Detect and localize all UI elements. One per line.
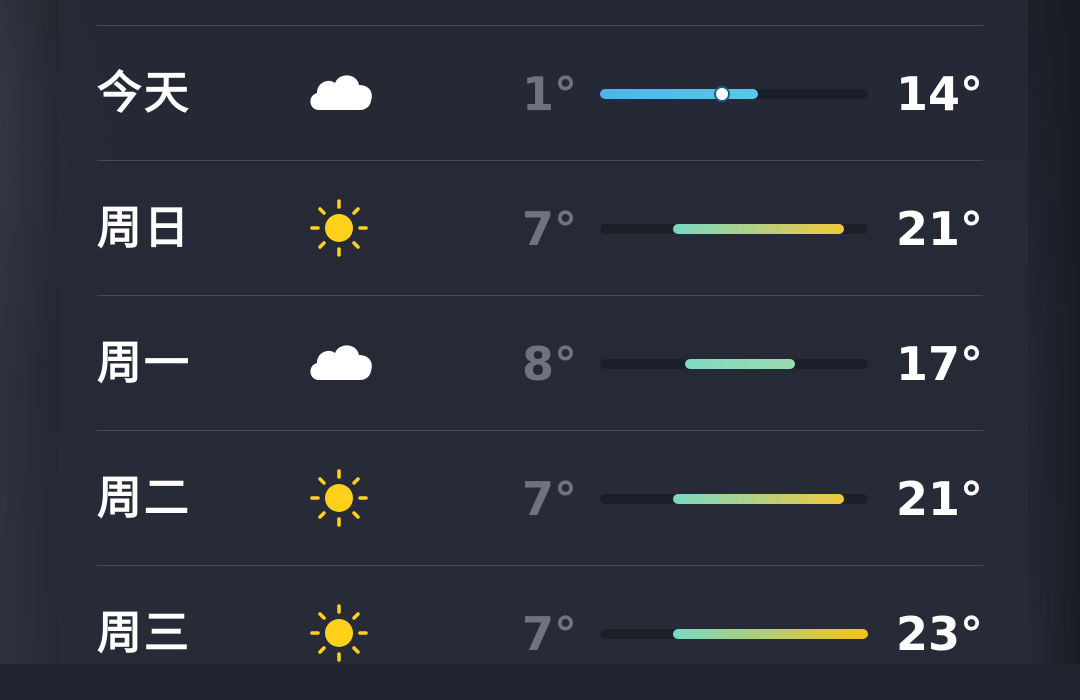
temperature-range-fill [600, 89, 759, 99]
daily-forecast-list: 今天 1° 14° 周日 7° 21° 周一 8° 17° 周二 7° 21° … [97, 25, 983, 700]
high-temp: 14° [895, 67, 983, 121]
low-temp: 7° [521, 202, 577, 256]
low-temp: 7° [521, 607, 577, 661]
high-temp: 21° [895, 472, 983, 526]
forecast-row-monday[interactable]: 周一 8° 17° [97, 296, 983, 431]
sun-icon [305, 600, 375, 666]
sun-icon [305, 465, 375, 531]
low-temp: 1° [521, 67, 577, 121]
temperature-range-fill [673, 629, 868, 639]
high-temp: 23° [895, 607, 983, 661]
cloud-icon [305, 330, 375, 396]
temperature-range-bar [600, 224, 868, 234]
high-temp: 17° [895, 337, 983, 391]
temperature-range-fill [673, 494, 844, 504]
temperature-range-bar [600, 88, 868, 100]
forecast-row-tuesday[interactable]: 周二 7° 21° [97, 431, 983, 566]
temperature-range-bar [600, 629, 868, 639]
current-temp-dot [715, 88, 728, 100]
temperature-range-bar [600, 359, 868, 369]
forecast-row-today[interactable]: 今天 1° 14° [97, 26, 983, 161]
day-label: 周二 [97, 471, 192, 524]
sun-icon [305, 195, 375, 261]
cloud-icon [305, 60, 375, 126]
temperature-range-fill [685, 359, 795, 369]
low-temp: 7° [521, 472, 577, 526]
day-label: 今天 [97, 66, 192, 119]
high-temp: 21° [895, 202, 983, 256]
day-label: 周日 [97, 201, 192, 254]
day-label: 周一 [97, 336, 192, 389]
left-edge-shade [0, 0, 58, 664]
right-edge-shade [1028, 0, 1080, 664]
forecast-row-wednesday[interactable]: 周三 7° 23° [97, 566, 983, 700]
forecast-row-sunday[interactable]: 周日 7° 21° [97, 161, 983, 296]
temperature-range-fill [673, 224, 844, 234]
low-temp: 8° [521, 337, 577, 391]
temperature-range-bar [600, 494, 868, 504]
day-label: 周三 [97, 606, 192, 659]
